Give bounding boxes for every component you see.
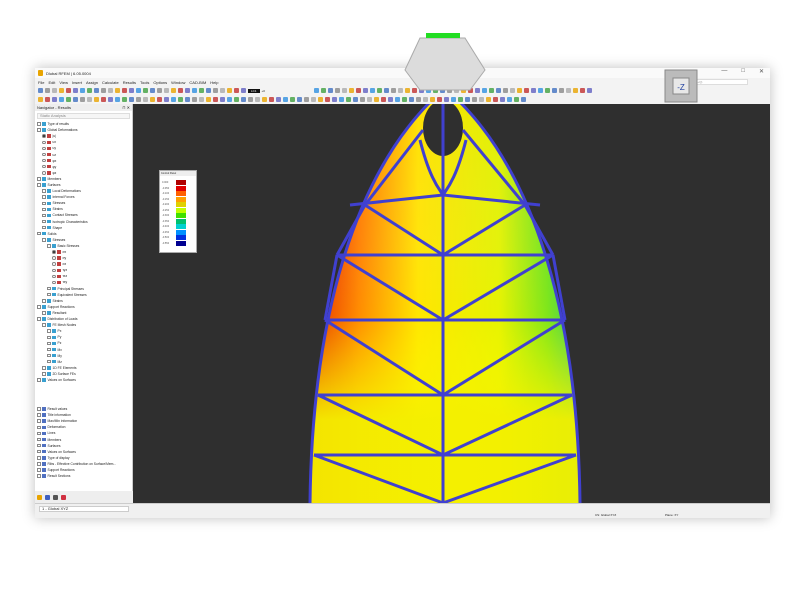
view-cube[interactable]: -Z: [664, 69, 698, 103]
legend-swatch: [176, 202, 186, 208]
green-cap: [426, 33, 460, 38]
legend-row: -0.550: [160, 240, 196, 247]
legend-swatch: [176, 180, 186, 186]
legend-value: -0.200: [162, 203, 170, 207]
legend-value: -0.100: [162, 192, 170, 196]
legend-swatch: [176, 218, 186, 224]
legend-swatch: [176, 191, 186, 197]
legend-swatch: [176, 213, 186, 219]
legend-value: -0.400: [162, 225, 170, 229]
legend-swatch: [176, 224, 186, 230]
legend-value: -0.150: [162, 197, 170, 201]
legend-swatch: [176, 196, 186, 202]
legend-swatch: [176, 240, 186, 246]
legend-value: -0.450: [162, 230, 170, 234]
legend-value: -0.350: [162, 219, 170, 223]
legend-value: -0.300: [162, 214, 170, 218]
legend-value: -0.550: [162, 241, 170, 245]
legend-swatch: [176, 185, 186, 191]
legend-swatch: [176, 207, 186, 213]
legend-swatch: [176, 235, 186, 241]
top-cap: [404, 37, 486, 91]
legend-title: Control Panel: [160, 171, 196, 176]
legend-value: -0.500: [162, 236, 170, 240]
legend-swatch: [176, 229, 186, 235]
legend-value: -0.050: [162, 186, 170, 190]
legend-value: 0.000: [162, 181, 169, 185]
legend-panel[interactable]: Control Panel 0.000 -0.050 -0.100 -0.150 -0.…: [159, 170, 197, 253]
legend-value: -0.250: [162, 208, 170, 212]
cube-face-label: -Z: [677, 83, 685, 92]
